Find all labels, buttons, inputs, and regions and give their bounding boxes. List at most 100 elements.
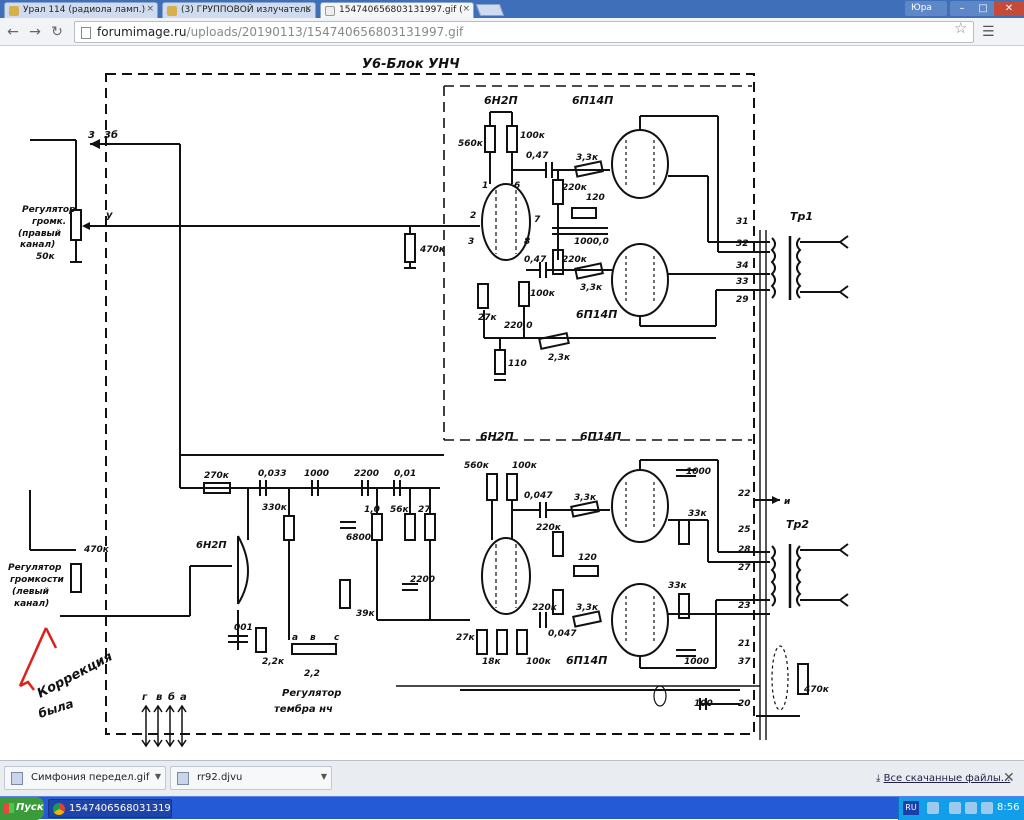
resistor-label: 3,3к bbox=[576, 603, 599, 613]
resistor-label: 3,3к bbox=[576, 153, 599, 163]
close-tab-icon[interactable]: × bbox=[304, 4, 312, 14]
download-item[interactable]: rr92.djvu ▼ bbox=[170, 766, 332, 790]
close-tab-icon[interactable]: × bbox=[146, 4, 154, 14]
taskbar-item-chrome[interactable]: 154740656803131​99... bbox=[48, 799, 172, 818]
browser-toolbar: ← → ↻ forumimage.ru/uploads/20190113/154… bbox=[0, 18, 1024, 46]
tab-group-emitter[interactable]: (3) ГРУППОВОЙ излучатель × bbox=[162, 2, 316, 18]
all-downloads-link[interactable]: ⤓ Все скачанные файлы... bbox=[876, 773, 1010, 784]
cap-label: 1000 bbox=[686, 467, 711, 477]
resistor-label: 3,3к bbox=[574, 493, 597, 503]
tab-image[interactable]: 154740656803131997.gif ( × bbox=[320, 2, 474, 18]
resistor-label: 330к bbox=[262, 503, 288, 513]
volume-icon[interactable] bbox=[981, 802, 993, 814]
network-icon[interactable] bbox=[965, 802, 977, 814]
block-border bbox=[105, 73, 755, 735]
svg-text:7: 7 bbox=[534, 215, 541, 225]
image-viewport: У6-Блок УНЧ 3 3б у Регулятор громк. (пра… bbox=[0, 46, 1024, 760]
resistor-label: 100к bbox=[512, 461, 538, 471]
terminal-label: 33 bbox=[736, 277, 749, 287]
task-label: 154740656803131​99... bbox=[69, 803, 171, 814]
terminal-label: 34 bbox=[736, 261, 749, 271]
resistor-label: 100к bbox=[526, 657, 552, 667]
svg-text:1: 1 bbox=[482, 181, 488, 191]
terminal-label: 25 bbox=[738, 525, 751, 535]
cap-label: 0,47 bbox=[524, 255, 547, 265]
reload-button[interactable]: ↻ bbox=[48, 23, 66, 41]
resistor-label: 2,2к bbox=[262, 657, 285, 667]
download-filename: Симфония передел.gif bbox=[31, 772, 150, 783]
chevron-down-icon[interactable]: ▼ bbox=[155, 772, 161, 781]
tube-6p14p-c bbox=[611, 469, 669, 543]
tray-icon[interactable] bbox=[927, 802, 939, 814]
cap-label: 0,047 bbox=[524, 491, 553, 501]
back-button[interactable]: ← bbox=[4, 23, 22, 41]
control-label: громкости bbox=[10, 575, 65, 585]
close-window-button[interactable]: ✕ bbox=[994, 1, 1024, 16]
url-path: /uploads/20190113/154740656803131997.gif bbox=[186, 25, 464, 39]
svg-text:а: а bbox=[292, 633, 298, 643]
tab-label: 154740656803131997.gif ( bbox=[339, 5, 463, 15]
svg-text:3: 3 bbox=[468, 237, 474, 247]
language-indicator[interactable]: RU bbox=[903, 801, 919, 815]
cap-label: 0,033 bbox=[258, 469, 286, 479]
tube-6n2p-lower bbox=[481, 537, 531, 615]
tube-6p14p-b bbox=[611, 243, 669, 317]
resistor-label: 2,2 bbox=[304, 669, 320, 679]
tube-label: 6П14П bbox=[580, 430, 621, 443]
resistor-label: 220к bbox=[532, 603, 558, 613]
control-label: канал) bbox=[14, 599, 49, 609]
forward-button[interactable]: → bbox=[26, 23, 44, 41]
bus-label: в bbox=[156, 692, 162, 703]
tone-label: тембра нч bbox=[274, 703, 333, 715]
bookmark-star-icon[interactable]: ☆ bbox=[954, 19, 967, 37]
cap-label: 100 bbox=[694, 699, 713, 709]
tab-ural[interactable]: Урал 114 (радиола ламп.) × bbox=[4, 2, 158, 18]
close-shelf-icon[interactable]: ✕ bbox=[1003, 770, 1015, 786]
resistor-label: 270к bbox=[204, 471, 230, 481]
taskbar: Пуск 154740656803131​99... RU 8:56 bbox=[0, 796, 1024, 820]
start-label: Пуск bbox=[16, 802, 44, 813]
resistor-label: 33к bbox=[688, 509, 708, 519]
resistor-label: 470к bbox=[83, 545, 110, 555]
tube-label: 6П14П bbox=[576, 308, 617, 321]
favicon-icon bbox=[167, 6, 177, 16]
resistor-label: 120 bbox=[586, 193, 605, 203]
download-item[interactable]: Симфония передел.gif ▼ bbox=[4, 766, 166, 790]
cap-label: 1000,0 bbox=[574, 237, 609, 247]
tone-label: Регулятор bbox=[282, 688, 341, 699]
terminal-label: 28 bbox=[738, 545, 751, 555]
cap-label: 2200 bbox=[354, 469, 379, 479]
page-icon bbox=[81, 27, 91, 39]
close-tab-icon[interactable]: × bbox=[462, 4, 470, 14]
maximize-button[interactable]: □ bbox=[971, 1, 995, 16]
resistor-label: 27к bbox=[456, 633, 476, 643]
new-tab-button[interactable] bbox=[475, 4, 505, 16]
resistor-label: 33к bbox=[668, 581, 688, 591]
chevron-down-icon[interactable]: ▼ bbox=[321, 772, 327, 781]
resistor-label: 100к bbox=[530, 289, 556, 299]
start-button[interactable]: Пуск bbox=[0, 797, 44, 820]
tray-icon[interactable] bbox=[949, 802, 961, 814]
resistor-label: 18к bbox=[482, 657, 502, 667]
cap-label: 2200 bbox=[410, 575, 435, 585]
resistor-label: 120 bbox=[578, 553, 597, 563]
resistor-label: 39к bbox=[356, 609, 376, 619]
svg-text:в: в bbox=[310, 633, 316, 643]
user-profile-button[interactable]: Юра bbox=[905, 1, 947, 16]
cap-label: 0,01 bbox=[394, 469, 416, 479]
cap-label: 0,47 bbox=[526, 151, 549, 161]
svg-text:2: 2 bbox=[470, 211, 476, 221]
menu-icon[interactable]: ☰ bbox=[982, 24, 995, 40]
block-title: У6-Блок УНЧ bbox=[362, 57, 460, 72]
pin-label: 3б bbox=[104, 129, 118, 141]
control-label: канал) bbox=[20, 240, 55, 250]
tab-label: Урал 114 (радиола ламп.) bbox=[23, 5, 146, 15]
resistor-label: 27к bbox=[478, 313, 498, 323]
cap-label: 220,0 bbox=[504, 321, 532, 331]
resistor-label: 220к bbox=[562, 255, 588, 265]
address-bar[interactable]: forumimage.ru/uploads/20190113/154740656… bbox=[74, 21, 974, 43]
tube-6p14p-d bbox=[611, 583, 669, 657]
svg-text:8: 8 bbox=[524, 237, 530, 247]
bus-label: г bbox=[142, 692, 148, 703]
control-label: (левый bbox=[12, 587, 50, 597]
